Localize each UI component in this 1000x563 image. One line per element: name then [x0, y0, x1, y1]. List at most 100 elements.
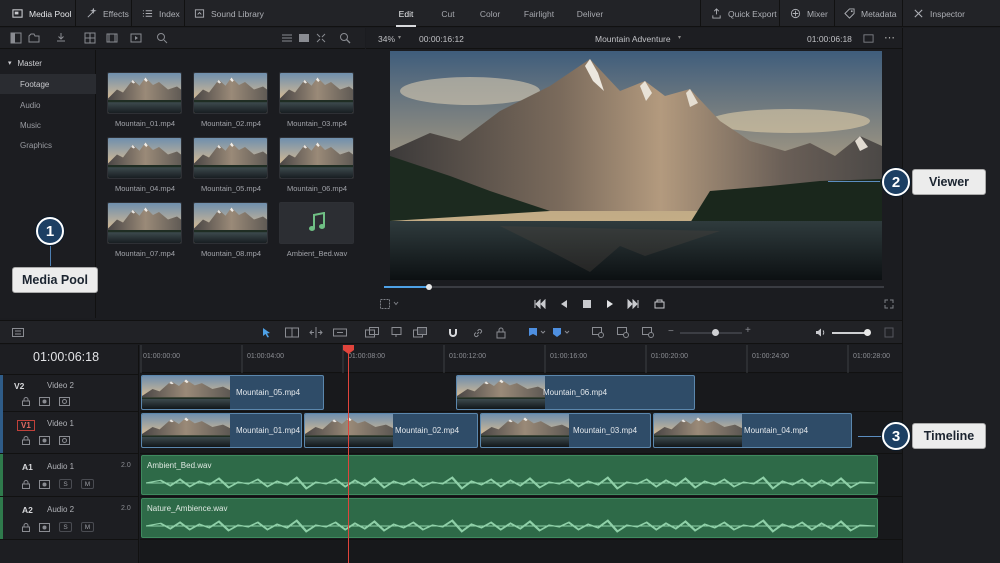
- audio-meter-icon[interactable]: [884, 327, 894, 338]
- fullscreen-icon[interactable]: [884, 299, 894, 309]
- replace-clip-icon[interactable]: [413, 327, 427, 338]
- volume-slider[interactable]: [832, 332, 868, 334]
- inspector-toggle[interactable]: Inspector: [913, 0, 965, 27]
- timeline-view-options-icon[interactable]: [12, 328, 24, 337]
- clip-item[interactable]: Mountain_01.mp4: [107, 72, 183, 128]
- panel-layout-icon[interactable]: [10, 32, 22, 44]
- overwrite-clip-icon[interactable]: [389, 327, 403, 338]
- index-toggle[interactable]: Index: [142, 0, 180, 27]
- viewer-options-icon[interactable]: [863, 33, 874, 44]
- zoom-custom-icon[interactable]: [642, 327, 656, 339]
- timeline-zoom-handle[interactable]: [712, 329, 719, 336]
- timeline-video-clip[interactable]: Mountain_06.mp4: [456, 375, 695, 410]
- skip-back-icon[interactable]: [534, 299, 546, 309]
- mute-button[interactable]: M: [81, 479, 94, 489]
- import-icon[interactable]: [55, 32, 67, 44]
- timeline-audio-clip[interactable]: Ambient_Bed.wav: [141, 455, 878, 495]
- bin-footage[interactable]: Footage: [0, 74, 96, 94]
- grid-view-icon[interactable]: [84, 32, 96, 44]
- track-visibility-icon[interactable]: [59, 436, 70, 445]
- zoom-out-icon[interactable]: −: [668, 326, 674, 337]
- selection-pointer-icon[interactable]: [262, 327, 272, 338]
- tab-edit[interactable]: Edit: [390, 0, 422, 27]
- zoom-in-icon[interactable]: +: [745, 325, 751, 336]
- solo-button[interactable]: S: [59, 522, 72, 532]
- timeline-video-clip[interactable]: Mountain_02.mp4: [304, 413, 478, 448]
- mixer-toggle[interactable]: Mixer: [790, 0, 828, 27]
- play-icon[interactable]: [605, 299, 615, 309]
- expand-icon[interactable]: [315, 32, 327, 44]
- list-view-icon[interactable]: [281, 32, 293, 44]
- timeline-zoom-slider[interactable]: [680, 332, 742, 334]
- linked-selection-icon[interactable]: [472, 327, 484, 339]
- mute-button[interactable]: M: [81, 522, 94, 532]
- more-options-icon[interactable]: ⋯: [884, 31, 895, 44]
- lock-icon[interactable]: [22, 479, 30, 489]
- insert-clip-icon[interactable]: [365, 327, 379, 338]
- thumbnail-view-icon[interactable]: [298, 32, 310, 44]
- timeline-audio-clip[interactable]: Nature_Ambience.wav: [141, 498, 878, 538]
- search-icon[interactable]: [339, 32, 351, 44]
- sound-library-toggle[interactable]: Sound Library: [194, 0, 264, 27]
- timeline-video-clip[interactable]: Mountain_01.mp4: [141, 413, 302, 448]
- lock-icon[interactable]: [22, 436, 30, 445]
- quick-export-button[interactable]: Quick Export: [711, 0, 777, 27]
- snapping-magnet-icon[interactable]: [447, 327, 459, 339]
- playhead-marker[interactable]: [343, 345, 354, 354]
- zoom-detail-icon[interactable]: [617, 327, 631, 339]
- play-reverse-icon[interactable]: [559, 299, 569, 309]
- blade-tool-icon[interactable]: [333, 327, 347, 338]
- dynamic-trim-icon[interactable]: [309, 327, 323, 338]
- flag-icon[interactable]: [528, 327, 548, 338]
- zoom-full-icon[interactable]: [592, 327, 606, 339]
- marker-icon[interactable]: [552, 327, 572, 338]
- effects-toggle[interactable]: Effects: [86, 0, 129, 27]
- auto-track-icon[interactable]: [39, 397, 50, 406]
- timeline-canvas[interactable]: 01:00:00:00 01:00:04:00 01:00:08:00 01:0…: [140, 345, 902, 563]
- volume-icon[interactable]: [815, 327, 826, 338]
- film-icon[interactable]: [106, 32, 118, 44]
- lock-icon[interactable]: [22, 397, 30, 406]
- loop-icon[interactable]: [654, 299, 665, 309]
- bin-graphics[interactable]: Graphics: [0, 135, 96, 155]
- bin-music[interactable]: Music: [0, 115, 96, 135]
- bin-master[interactable]: ▾ Master: [0, 53, 96, 73]
- clip-item[interactable]: Mountain_04.mp4: [107, 137, 183, 193]
- bin-audio[interactable]: Audio: [0, 95, 96, 115]
- playhead-line[interactable]: [348, 345, 349, 563]
- smart-bin-icon[interactable]: [156, 32, 168, 44]
- clip-item[interactable]: Mountain_05.mp4: [193, 137, 269, 193]
- zoom-level[interactable]: 34%: [378, 34, 395, 44]
- auto-track-icon[interactable]: [39, 436, 50, 445]
- metadata-toggle[interactable]: Metadata: [844, 0, 896, 27]
- track-visibility-icon[interactable]: [59, 397, 70, 406]
- clip-item[interactable]: Mountain_03.mp4: [279, 72, 355, 128]
- volume-handle[interactable]: [864, 329, 871, 336]
- position-lock-icon[interactable]: [496, 327, 506, 339]
- scrubber-handle[interactable]: [426, 284, 432, 290]
- trim-tool-icon[interactable]: [285, 327, 299, 338]
- auto-track-icon[interactable]: [39, 522, 50, 532]
- stop-icon[interactable]: [582, 299, 592, 309]
- clip-item[interactable]: Mountain_07.mp4: [107, 202, 183, 258]
- solo-button[interactable]: S: [59, 479, 72, 489]
- auto-track-icon[interactable]: [39, 479, 50, 489]
- tab-color[interactable]: Color: [474, 0, 506, 27]
- timeline-ruler[interactable]: 01:00:00:00 01:00:04:00 01:00:08:00 01:0…: [140, 345, 902, 373]
- track-id[interactable]: V1: [17, 420, 35, 431]
- media-pool-toggle[interactable]: Media Pool: [12, 0, 72, 27]
- timeline-bin-icon[interactable]: [130, 32, 142, 44]
- tab-fairlight[interactable]: Fairlight: [519, 0, 559, 27]
- clip-item[interactable]: Mountain_08.mp4: [193, 202, 269, 258]
- lock-icon[interactable]: [22, 522, 30, 532]
- tab-cut[interactable]: Cut: [432, 0, 464, 27]
- scrubber-track[interactable]: [384, 286, 884, 288]
- viewer-mode-icon[interactable]: [380, 299, 402, 309]
- timeline-video-clip[interactable]: Mountain_04.mp4: [653, 413, 852, 448]
- bin-icon[interactable]: [28, 32, 40, 44]
- skip-forward-icon[interactable]: [627, 299, 639, 309]
- clip-item[interactable]: Mountain_06.mp4: [279, 137, 355, 193]
- timeline-title[interactable]: Mountain Adventure: [595, 34, 671, 44]
- clip-item[interactable]: Ambient_Bed.wav: [279, 202, 355, 258]
- clip-item[interactable]: Mountain_02.mp4: [193, 72, 269, 128]
